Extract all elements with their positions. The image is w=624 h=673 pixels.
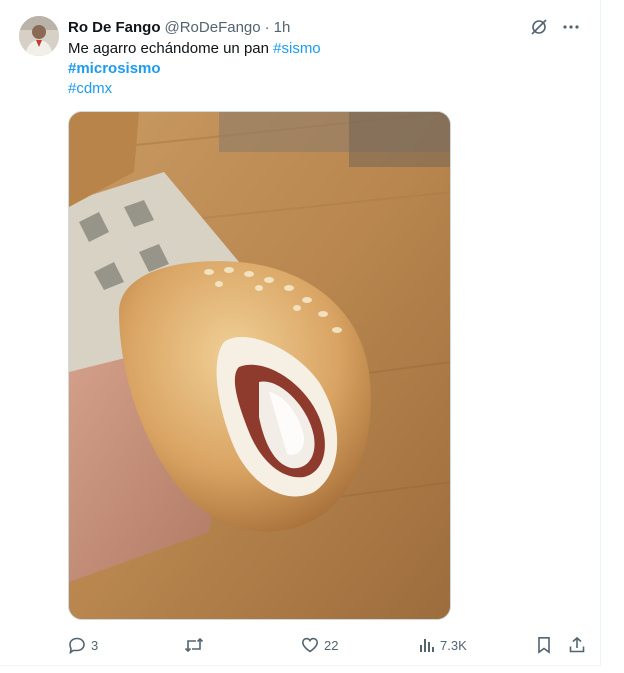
share-icon [569, 636, 585, 653]
tweet-text-line-1: Me agarro echándome un pan #sismo [68, 39, 568, 59]
more-icon[interactable] [560, 16, 582, 38]
tweet-card[interactable]: Ro De Fango @RoDeFango · 1h Me agarro ec… [0, 0, 601, 666]
retweet-icon [184, 637, 204, 653]
bookmark-icon [538, 637, 550, 654]
views-button[interactable]: 7.3K [419, 633, 467, 657]
share-button[interactable] [568, 633, 586, 657]
hashtag-microsismo[interactable]: #microsismo [68, 60, 161, 77]
tweet-photo[interactable] [68, 111, 451, 620]
tweet-body: Me agarro echándome un pan [68, 40, 274, 57]
tweet-header: Ro De Fango @RoDeFango · 1h [68, 17, 290, 37]
page: Ro De Fango @RoDeFango · 1h Me agarro ec… [0, 0, 624, 673]
photo-bread-in-hand [69, 112, 450, 619]
timestamp[interactable]: 1h [274, 19, 291, 36]
user-handle[interactable]: @RoDeFango [165, 19, 261, 36]
bookmark-button[interactable] [536, 633, 552, 657]
display-name[interactable]: Ro De Fango [68, 19, 161, 36]
action-bar: 3 22 7.3K [68, 633, 586, 657]
retweet-button[interactable] [184, 633, 209, 657]
reply-count: 3 [91, 637, 99, 653]
reply-button[interactable]: 3 [68, 633, 98, 657]
tweet-text: Me agarro echándome un pan #sismo #micro… [68, 39, 568, 99]
avatar[interactable] [19, 16, 59, 56]
hashtag-sismo[interactable]: #sismo [273, 40, 321, 57]
separator-dot: · [264, 18, 270, 36]
grok-icon[interactable] [528, 16, 550, 38]
reply-icon [69, 637, 85, 654]
avatar-image [19, 16, 59, 56]
like-button[interactable]: 22 [301, 633, 338, 657]
header-actions [528, 16, 582, 38]
hashtag-cdmx[interactable]: #cdmx [68, 80, 112, 97]
heart-icon [301, 637, 319, 653]
view-count: 7.3K [440, 637, 467, 653]
like-count: 22 [324, 637, 339, 653]
views-icon [420, 639, 434, 652]
